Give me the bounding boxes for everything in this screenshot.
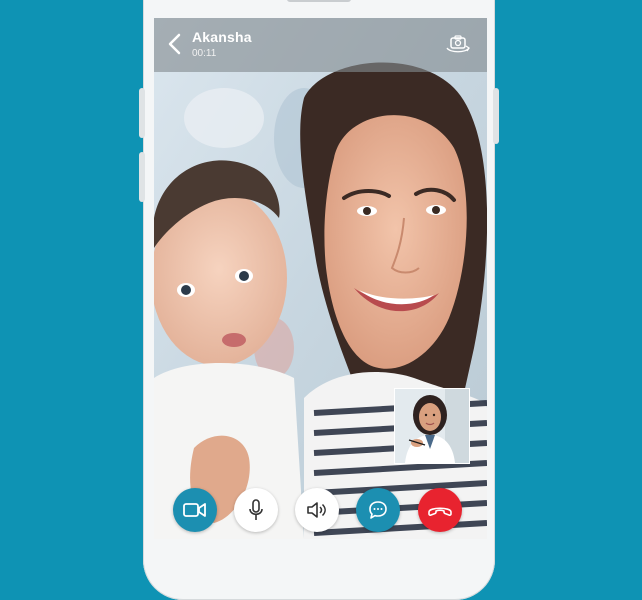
phone-side-button-right bbox=[493, 88, 499, 144]
phone-side-button-top bbox=[139, 88, 145, 138]
camera-rotate-icon[interactable] bbox=[444, 33, 472, 55]
microphone-icon bbox=[249, 499, 263, 520]
phone-speaker bbox=[287, 0, 351, 2]
phone-side-button-middle bbox=[139, 152, 145, 202]
video-camera-icon bbox=[183, 503, 206, 517]
speaker-button[interactable] bbox=[295, 488, 339, 532]
call-controls bbox=[154, 488, 487, 538]
self-view-video[interactable] bbox=[394, 388, 470, 464]
chat-bubble-icon bbox=[369, 501, 387, 519]
video-toggle-button[interactable] bbox=[173, 488, 217, 532]
call-timer: 00:11 bbox=[192, 48, 217, 59]
phone-hangup-icon bbox=[428, 507, 452, 516]
self-view-feed bbox=[395, 389, 469, 463]
speaker-icon bbox=[307, 502, 326, 518]
chat-button[interactable] bbox=[356, 488, 400, 532]
call-top-bar: Akansha 00:11 bbox=[154, 18, 487, 72]
mute-button[interactable] bbox=[234, 488, 278, 532]
chevron-left-icon[interactable] bbox=[166, 32, 184, 56]
caller-name: Akansha bbox=[192, 29, 252, 45]
end-call-button[interactable] bbox=[418, 488, 462, 532]
video-call-screen: Akansha 00:11 bbox=[154, 18, 487, 539]
